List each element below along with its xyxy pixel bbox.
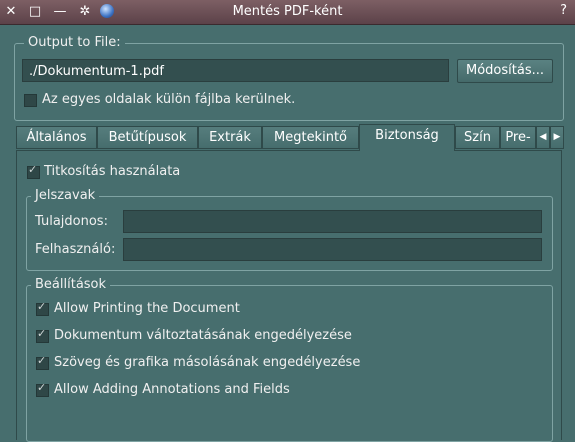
settings-group-label: Beállítások [31,277,111,292]
tab-scroll-left-icon[interactable]: ◀ [536,126,550,149]
tab-szin[interactable]: Szín [455,126,500,149]
tab-pre[interactable]: Pre- [500,126,536,149]
tab-megtekinto[interactable]: Megtekintő [262,126,359,149]
passwords-group-label: Jelszavak [31,188,100,203]
tab-extrak[interactable]: Extrák [198,126,262,149]
user-label: Felhasználó: [35,242,116,257]
output-path-input[interactable]: ./Dokumentum-1.pdf [22,59,449,82]
allow-annotations-checkbox[interactable] [36,381,49,397]
window-title: Mentés PDF-ként [232,4,343,19]
owner-label: Tulajdonos: [35,214,108,229]
title-bar: ✕ □ — ✲ Mentés PDF-ként ? [0,0,575,25]
tab-betutipusok[interactable]: Betűtípusok [97,126,198,149]
tab-bar: Általános Betűtípusok Extrák Megtekintő … [16,124,564,151]
encryption-checkbox[interactable] [27,163,40,179]
allow-copy-checkbox[interactable] [36,354,49,370]
user-password-input[interactable] [123,238,542,261]
allow-printing-label: Allow Printing the Document [54,301,240,316]
output-group-label: Output to File: [24,35,125,50]
encryption-label: Titkosítás használata [44,164,181,179]
owner-password-input[interactable] [123,210,542,233]
tab-scroll-right-icon[interactable]: ▶ [550,126,564,149]
help-icon[interactable]: ? [560,3,567,18]
tab-altalanos[interactable]: Általános [16,126,97,149]
browse-button[interactable]: Módosítás... [457,59,553,83]
allow-annotations-label: Allow Adding Annotations and Fields [54,382,290,397]
allow-changes-checkbox[interactable] [36,327,49,343]
separate-files-label: Az egyes oldalak külön fájlba kerülnek. [42,92,296,107]
tab-biztonsag[interactable]: Biztonság [359,124,455,151]
allow-changes-label: Dokumentum változtatásának engedélyezése [54,328,352,343]
separate-files-checkbox[interactable] [24,94,37,107]
allow-printing-checkbox[interactable] [36,300,49,316]
allow-copy-label: Szöveg és grafika másolásának engedélyez… [54,355,361,370]
